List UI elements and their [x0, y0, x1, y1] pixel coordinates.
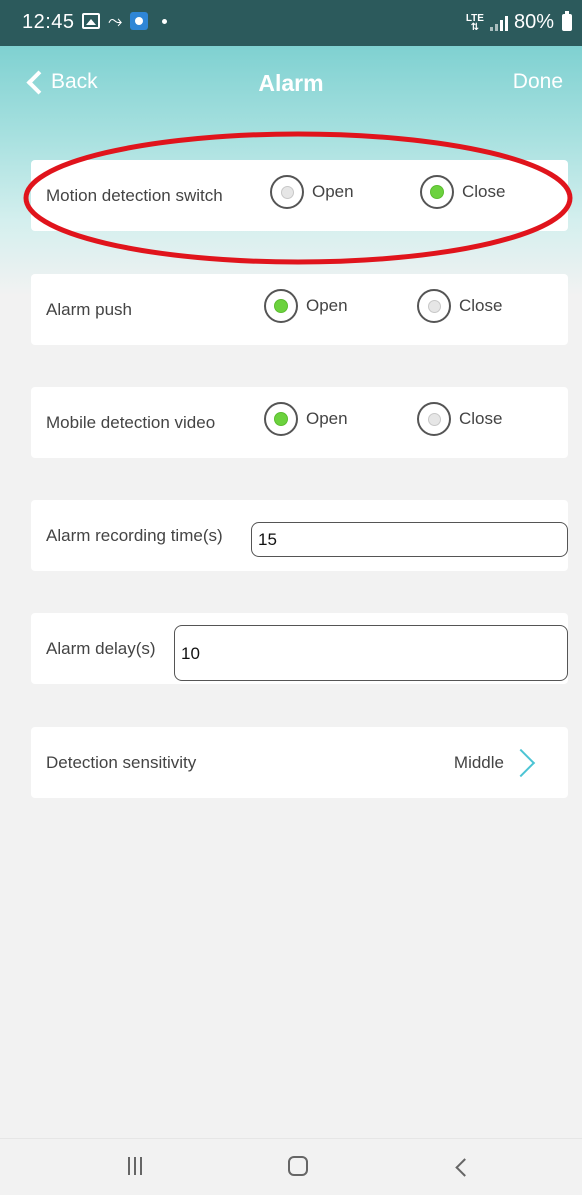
alarm-recording-time-row: Alarm recording time(s) 15 — [31, 500, 568, 571]
alarm-push-row: Alarm push Open Close — [31, 274, 568, 345]
status-bar: 12:45 ⤳ LTE ⇅ 80% — [0, 0, 582, 46]
alarm-delay-row: Alarm delay(s) 10 — [31, 613, 568, 684]
alarm-delay-label: Alarm delay(s) — [46, 639, 156, 658]
mobile-detection-video-open-radio[interactable]: Open — [264, 402, 348, 436]
detection-sensitivity-label: Detection sensitivity — [46, 753, 197, 772]
app-notification-icon — [130, 12, 149, 30]
alarm-recording-time-label: Alarm recording time(s) — [46, 526, 223, 545]
motion-detection-row: Motion detection switch Open Close — [31, 160, 568, 231]
radio-ring-icon — [417, 289, 451, 323]
alarm-push-close-radio[interactable]: Close — [417, 289, 502, 323]
signal-icon — [489, 15, 508, 31]
alarm-recording-time-input[interactable]: 15 — [251, 522, 568, 557]
lte-icon: LTE ⇅ — [465, 12, 484, 33]
mobile-detection-video-label: Mobile detection video — [46, 413, 216, 432]
radio-ring-icon — [264, 289, 298, 323]
motion-detection-label: Motion detection switch — [46, 186, 223, 205]
missed-call-icon: ⤳ — [108, 11, 123, 31]
status-notification-icons: ⤳ — [82, 11, 168, 31]
gallery-icon — [82, 13, 100, 29]
home-icon[interactable] — [288, 1156, 308, 1176]
radio-ring-icon — [417, 402, 451, 436]
radio-ring-icon — [270, 175, 304, 209]
alarm-push-open-radio[interactable]: Open — [264, 289, 348, 323]
radio-ring-icon — [420, 175, 454, 209]
alarm-push-label: Alarm push — [46, 300, 132, 319]
chevron-right-icon — [506, 748, 536, 778]
dot-icon — [162, 18, 168, 24]
status-system-icons: LTE ⇅ 80% — [466, 11, 572, 34]
recent-apps-icon[interactable] — [128, 1157, 142, 1175]
battery-icon — [562, 11, 572, 31]
motion-detection-close-radio[interactable]: Close — [420, 175, 505, 209]
done-button[interactable]: Done — [513, 70, 563, 94]
alarm-delay-input[interactable]: 10 — [174, 625, 568, 681]
mobile-detection-video-row: Mobile detection video Open Close — [31, 387, 568, 458]
page-title: Alarm — [258, 70, 324, 96]
detection-sensitivity-value: Middle — [453, 753, 504, 772]
motion-detection-open-radio[interactable]: Open — [270, 175, 354, 209]
detection-sensitivity-row[interactable]: Detection sensitivity Middle — [31, 727, 568, 798]
radio-ring-icon — [264, 402, 298, 436]
battery-percent: 80% — [513, 11, 554, 33]
status-time: 12:45 — [22, 11, 75, 33]
back-icon[interactable] — [455, 1158, 474, 1177]
mobile-detection-video-close-radio[interactable]: Close — [417, 402, 502, 436]
system-nav-bar — [0, 1138, 582, 1195]
